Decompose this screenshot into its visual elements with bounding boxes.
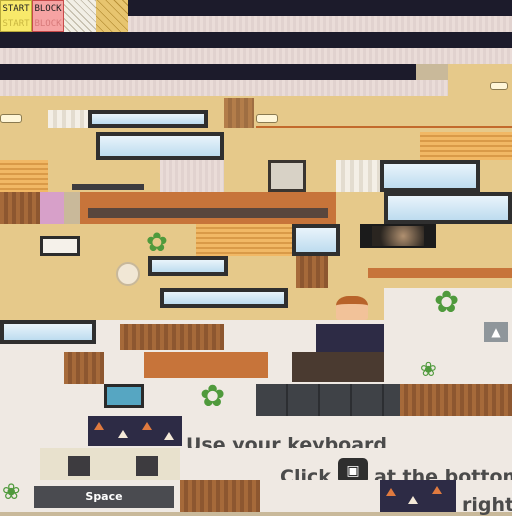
wallpaper-panel [160,160,224,192]
wood-panel-mid [296,256,328,288]
arrow-up-icon[interactable]: ▲ [484,322,508,342]
sofa-cushions [316,324,384,352]
chair-left [68,456,90,476]
wall-switch [40,236,80,256]
right-hint-fragment: right [462,494,512,516]
shelf-boxes [88,208,328,218]
cat-toy-icon [116,262,140,286]
wall-lamp-icon-3 [256,114,278,123]
avatar-portrait[interactable] [336,296,368,320]
wall-section-d [336,192,384,224]
dining-table [180,480,260,512]
coffee-table [144,352,268,378]
shelf-right [368,268,512,278]
wood-panel-left [0,192,40,224]
patterned-sofa-2 [380,480,456,512]
plant-icon-4: ✿ [200,379,226,414]
table-top [120,324,224,350]
wall-corner [448,64,512,96]
blind-center [196,224,292,256]
plant-icon-2: ✿ [434,285,460,320]
start-tile[interactable]: START START [0,0,32,32]
window-lower [148,256,228,276]
dark-bar-3 [0,64,416,80]
pink-cushion [40,192,64,224]
plant-icon: ✿ [146,228,168,258]
wallpaper-strip-2 [0,48,512,64]
wall-lamp-icon-2 [0,114,22,123]
block-tile[interactable]: BLOCK BLOCK [32,0,64,32]
plant-icon-3: ❀ [420,357,437,381]
window-mid [96,132,224,160]
wallpaper-strip [128,16,512,32]
wallpaper-strip-3 [0,80,448,96]
space-key[interactable]: Space [34,486,174,508]
window-floor-left [0,320,96,344]
blind-right [420,132,512,160]
sofa-base [292,352,384,382]
wall-lamp-icon [490,82,508,90]
pattern-tile-lattice[interactable] [64,0,96,32]
patterned-sofa [88,416,182,446]
window-right [380,160,480,192]
fish-tank [104,384,144,408]
curtain-right [336,160,380,192]
pattern-tile-gold[interactable] [96,0,128,32]
block-tile-label: BLOCK [34,4,62,14]
curtain-left [48,110,88,128]
start-tile-label-faded: START [2,19,30,29]
dark-tiles [256,384,400,416]
framed-picture [268,160,306,192]
block-tile-label-faded: BLOCK [34,19,62,29]
stair-rail [224,98,254,128]
chair-right [136,456,158,476]
tv-shelf-top [72,184,144,190]
top-bar [128,0,512,16]
window-center [292,224,340,256]
window-top [88,110,208,128]
game-scene: START START BLOCK BLOCK ✿ ✿ ▲ ❀ ✿ Use yo… [0,0,512,516]
dark-bar-2 [0,32,512,48]
window-bottom [160,288,288,308]
stairs-left [64,352,104,384]
rug [40,448,180,480]
window-right-2 [384,192,512,224]
start-tile-label: START [2,4,30,14]
blind-left [0,160,48,192]
plant-icon-5: ❀ [2,480,21,505]
tv-picture [372,226,424,246]
side-cabinet [400,384,512,416]
